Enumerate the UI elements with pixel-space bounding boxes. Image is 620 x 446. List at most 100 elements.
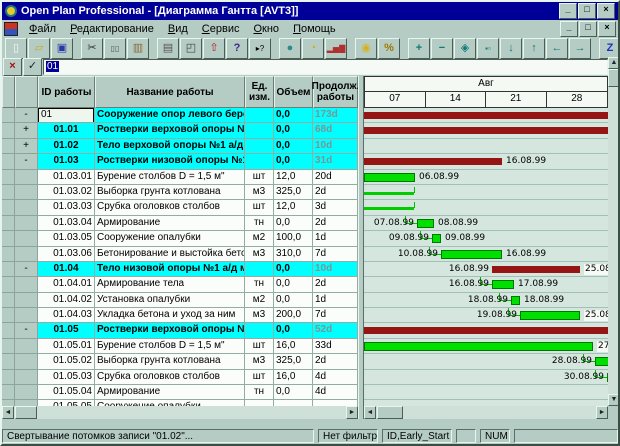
table-row[interactable]: 01.05.04Армированиетн0,04d [2,385,358,400]
child-restore-button[interactable]: □ [579,21,597,37]
task-name-cell[interactable]: Выборка грунта котлована [95,185,245,200]
header-3[interactable]: Название работы [95,76,245,108]
task-volume-cell[interactable]: 12,0 [274,200,313,215]
task-duration-cell[interactable]: 33d [313,339,358,354]
task-id-cell[interactable]: 01.05 [38,323,95,338]
summary-bar[interactable] [492,266,580,273]
task-volume-cell[interactable]: 310,0 [274,247,313,262]
task-unit-cell[interactable]: м2 [245,293,274,308]
task-volume-cell[interactable]: 0,0 [274,277,313,292]
task-volume-cell[interactable]: 0,0 [274,323,313,338]
task-volume-cell[interactable]: 325,0 [274,354,313,369]
expander-plus[interactable]: + [15,139,38,154]
collapse-minus-button[interactable]: − [431,38,453,59]
task-duration-cell[interactable]: 7d [313,308,358,323]
menu-Помощь[interactable]: Помощь [286,22,343,36]
menu-Файл[interactable]: Файл [22,22,63,36]
task-id-cell[interactable]: 01.04.03 [38,308,95,323]
row-marker-cell[interactable] [2,277,15,292]
task-volume-cell[interactable]: 0,0 [274,293,313,308]
header-2[interactable]: ID работы [38,76,95,108]
baseline-circle-button[interactable]: ● [279,38,301,59]
child-minimize-button[interactable]: _ [560,21,578,37]
link-nodes-button[interactable]: ◈ [454,38,476,59]
task-duration-cell[interactable]: 2d [313,277,358,292]
table-scroll-right-icon[interactable]: ► [346,406,358,419]
context-help-button[interactable]: ▸? [249,38,271,59]
paste-button[interactable]: ▥ [127,38,149,59]
task-volume-cell[interactable]: 0,0 [274,108,313,123]
cost-coin-button[interactable]: ◉ [355,38,377,59]
row-marker-cell[interactable] [2,200,15,215]
task-bar[interactable] [441,250,502,259]
task-id-cell[interactable]: 01.04.02 [38,293,95,308]
row-marker-cell[interactable] [2,185,15,200]
task-bar[interactable] [492,280,514,289]
save-button[interactable]: ▣ [51,38,73,59]
header-6[interactable]: Продолж. работы [313,76,358,108]
expander-minus[interactable]: - [15,108,38,123]
task-duration-cell[interactable]: 68d [313,123,358,138]
task-unit-cell[interactable] [245,262,274,277]
rollup-button[interactable]: ⇧ [203,38,225,59]
task-duration-cell[interactable]: 2d [313,354,358,369]
table-scroll-thumb[interactable] [15,406,37,419]
timescale-month-label[interactable]: Авг [364,76,608,92]
task-volume-cell[interactable]: 0,0 [274,123,313,138]
chart-scroll-thumb[interactable] [377,406,403,419]
expander-minus[interactable]: - [15,262,38,277]
task-name-cell[interactable]: Срубка оголовков столбов [95,200,245,215]
task-name-cell[interactable]: Ростверки верховой опоры №2 а/д [95,323,245,338]
move-down-button[interactable]: ↓ [500,38,522,59]
task-bar[interactable] [364,342,593,351]
table-row[interactable]: 01.03.01Бурение столбов D = 1,5 м"шт12,0… [2,170,358,185]
chart-scroll-left-icon[interactable]: ◄ [364,406,376,419]
expander-minus[interactable]: - [15,154,38,169]
table-row[interactable]: 01.03.03Срубка оголовков столбовшт12,03d [2,200,358,215]
task-duration-cell[interactable]: 3d [313,200,358,215]
task-bar[interactable] [432,234,441,243]
scroll-down-icon[interactable]: ▼ [608,394,620,406]
row-marker-cell[interactable] [2,216,15,231]
row-marker-cell[interactable] [2,154,15,169]
task-name-cell[interactable]: Бурение столбов D = 1,5 м" [95,170,245,185]
task-bar[interactable] [511,296,520,305]
task-name-cell[interactable]: Тело низовой опоры №1 а/д моста [95,262,245,277]
task-duration-cell[interactable]: 1d [313,293,358,308]
task-id-cell[interactable]: 01.04.01 [38,277,95,292]
task-id-cell[interactable]: 01.03.02 [38,185,95,200]
task-id-cell[interactable]: 01.03.01 [38,170,95,185]
timescale-week-row[interactable]: 07142128 [364,92,608,108]
task-unit-cell[interactable] [245,123,274,138]
task-bar[interactable] [595,357,608,366]
row-marker-cell[interactable] [2,108,15,123]
table-row[interactable]: -01.05Ростверки верховой опоры №2 а/д0,0… [2,323,358,338]
zigzag-view-button[interactable]: Z [599,38,620,59]
row-marker-cell[interactable] [2,323,15,338]
table-row[interactable]: 01.05.03Срубка оголовков столбовшт16,04d [2,370,358,385]
table-row[interactable]: -01.04Тело низовой опоры №1 а/д моста0,0… [2,262,358,277]
table-scroll-left-icon[interactable]: ◄ [2,406,14,419]
chart-horizontal-scrollbar[interactable]: ◄ ► [364,406,608,419]
vertical-scrollbar[interactable]: ▲ ▼ [608,57,620,406]
cell-edit-input[interactable]: 01 [43,59,608,75]
row-marker-cell[interactable] [2,247,15,262]
scroll-up-icon[interactable]: ▲ [608,57,620,69]
task-volume-cell[interactable]: 325,0 [274,185,313,200]
task-name-cell[interactable]: Армирование тела [95,277,245,292]
task-name-cell[interactable]: Выборка грунта котлована [95,354,245,369]
task-name-cell[interactable]: Установка опалубки [95,293,245,308]
task-name-cell[interactable]: Тело верховой опоры №1 а/д моста [95,139,245,154]
move-right-button[interactable]: → [569,38,591,59]
row-marker-cell[interactable] [2,293,15,308]
move-up-button[interactable]: ↑ [523,38,545,59]
menu-Окно[interactable]: Окно [246,22,286,36]
summary-bar[interactable] [364,127,608,134]
table-row[interactable]: 01.05.01Бурение столбов D = 1,5 м"шт16,0… [2,339,358,354]
task-volume-cell[interactable]: 0,0 [274,154,313,169]
task-bar[interactable] [520,311,580,320]
task-unit-cell[interactable]: м3 [245,308,274,323]
task-duration-cell[interactable]: 10d [313,139,358,154]
task-name-cell[interactable]: Ростверки верховой опоры №1 а/д [95,123,245,138]
menu-Вид[interactable]: Вид [161,22,195,36]
